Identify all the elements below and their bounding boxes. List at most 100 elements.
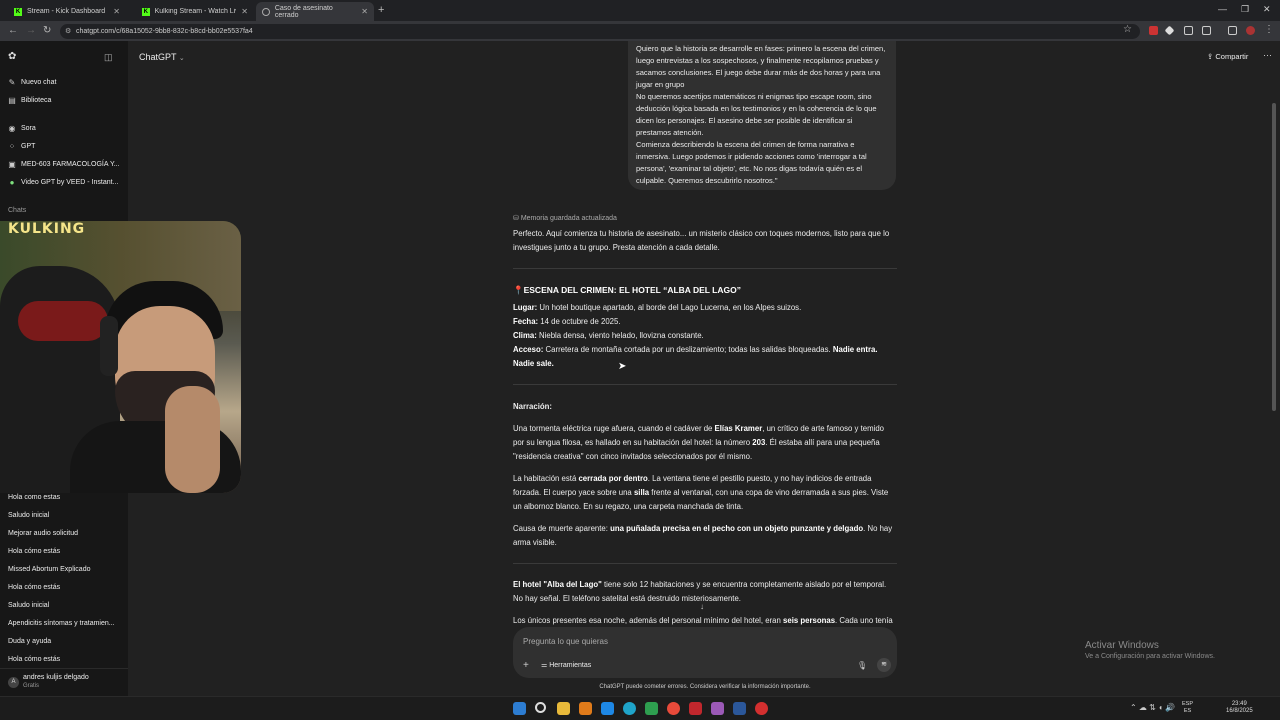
address-bar-row: ← → ↻ ⚙ chatgpt.com/c/68a15052-9bb8-832c…: [0, 21, 1280, 41]
tab-kick-dashboard[interactable]: K Stream - Kick Dashboard ✕: [8, 2, 126, 21]
downloads-icon[interactable]: [1228, 26, 1237, 35]
chat-history-item[interactable]: Hola cómo estás: [8, 548, 60, 555]
system-tray[interactable]: ⌃ ☁ ⇅ ◖ 🔊: [1130, 703, 1175, 712]
app-icon[interactable]: [579, 702, 592, 715]
minimize-icon[interactable]: —: [1218, 4, 1227, 14]
url-text: chatgpt.com/c/68a15052-9bb8-832c-b8cd-bb…: [76, 28, 253, 35]
user-plan: Gratis: [23, 683, 40, 689]
extensions-puzzle-icon[interactable]: [1202, 26, 1211, 35]
forward-icon[interactable]: →: [26, 25, 36, 36]
sidebar-item-library[interactable]: ▤ Biblioteca: [8, 96, 51, 105]
app-icon[interactable]: [711, 702, 724, 715]
sidebar-item-new-chat[interactable]: ✎ Nuevo chat: [8, 78, 57, 87]
narration-paragraph: Una tormenta eléctrica ruge afuera, cuan…: [513, 422, 897, 464]
close-icon[interactable]: ✕: [241, 7, 248, 16]
lang-code: ESP: [1182, 701, 1194, 707]
text-bold: silla: [633, 488, 650, 497]
chat-history-item[interactable]: Hola cómo estás: [8, 656, 60, 663]
fact-acceso: Acceso: Carretera de montaña cortada por…: [513, 343, 897, 371]
library-icon: ▤: [8, 96, 16, 105]
chat-history-item[interactable]: Missed Abortum Explicado: [8, 566, 90, 573]
chrome-icon[interactable]: [667, 702, 680, 715]
clock[interactable]: 23:49 16/8/2025: [1226, 701, 1253, 715]
tools-icon: ⚌: [541, 662, 548, 669]
fact-value: 14 de octubre de 2025.: [538, 317, 621, 326]
voice-mode-icon[interactable]: ≋: [877, 658, 891, 672]
new-tab-button[interactable]: +: [378, 4, 384, 16]
close-icon[interactable]: ✕: [361, 7, 368, 16]
app-icon[interactable]: [689, 702, 702, 715]
veed-icon: ●: [9, 178, 15, 187]
lang-region: ES: [1183, 708, 1192, 714]
text-span: . Cada uno tenía: [835, 616, 893, 625]
fact-lugar: Lugar: Un hotel boutique apartado, al bo…: [513, 301, 897, 315]
word-icon[interactable]: [733, 702, 746, 715]
edge-icon[interactable]: [623, 702, 636, 715]
extension-icon[interactable]: [1149, 26, 1158, 35]
clock-date: 16/8/2025: [1226, 708, 1253, 714]
chat-history-item[interactable]: Mejorar audio solicitud: [8, 530, 78, 537]
more-options-icon[interactable]: ⋯: [1263, 50, 1272, 61]
message-composer[interactable]: Pregunta lo que quieras + ⚌ Herramientas…: [513, 627, 897, 678]
language-indicator[interactable]: ESP ES: [1182, 701, 1193, 715]
url-field[interactable]: ⚙ chatgpt.com/c/68a15052-9bb8-832c-b8cd-…: [60, 24, 1140, 39]
app-icon[interactable]: [755, 702, 768, 715]
windows-activation-watermark: Activar Windows Ve a Configuración para …: [1085, 640, 1215, 660]
extension-icon[interactable]: [1164, 25, 1175, 36]
chat-history-item[interactable]: Duda y ayuda: [8, 638, 51, 645]
text-span: La habitación está: [513, 474, 579, 483]
site-info-icon[interactable]: ⚙: [65, 24, 71, 39]
restore-icon[interactable]: ❐: [1241, 4, 1249, 15]
chevron-down-icon: ⌄: [178, 55, 185, 62]
kick-icon: K: [14, 7, 22, 16]
share-button[interactable]: ⇪ Compartir: [1207, 52, 1248, 61]
windows-start-icon[interactable]: [513, 702, 526, 715]
prompt-input[interactable]: Pregunta lo que quieras: [523, 637, 608, 646]
tab-label: Caso de asesinato cerrado: [274, 4, 333, 19]
sidebar-item-med603[interactable]: ▣ MED-603 FARMACOLOGÍA Y...: [8, 160, 119, 169]
text-bold: una puñalada precisa en el pecho con un …: [610, 524, 864, 533]
chat-history-item[interactable]: Saludo inicial: [8, 602, 49, 609]
app-icon[interactable]: [645, 702, 658, 715]
close-window-icon[interactable]: ✕: [1263, 4, 1271, 15]
model-name: ChatGPT: [139, 52, 177, 62]
chat-history-item[interactable]: Hola cómo estás: [8, 584, 60, 591]
search-icon[interactable]: [535, 702, 546, 713]
profile-avatar-icon[interactable]: [1246, 26, 1255, 35]
store-icon[interactable]: [601, 702, 614, 715]
tab-kulking-stream[interactable]: K Kulking Stream - Watch Live o... ✕: [136, 2, 254, 21]
chat-history-item[interactable]: Saludo inicial: [8, 512, 49, 519]
user-account-row[interactable]: A andres kuljis delgado Gratis: [0, 668, 128, 696]
sidebar-toggle-icon[interactable]: ◫: [104, 52, 113, 63]
model-selector[interactable]: ChatGPT ⌄: [139, 52, 185, 62]
chair-logo: [18, 301, 108, 341]
tab-label: Stream - Kick Dashboard: [27, 8, 106, 15]
file-explorer-icon[interactable]: [557, 702, 570, 715]
microphone-icon[interactable]: 🎙: [857, 661, 867, 670]
chat-history-item[interactable]: Apendicitis síntomas y tratamien...: [8, 620, 115, 627]
tools-button[interactable]: ⚌ Herramientas: [541, 661, 591, 669]
close-icon[interactable]: ✕: [113, 7, 120, 16]
clock-time: 23:49: [1231, 701, 1247, 707]
sidebar-item-gpt[interactable]: ⁘ GPT: [8, 142, 36, 151]
browser-menu-icon[interactable]: ⋮: [1264, 24, 1274, 35]
disclaimer-text: ChatGPT puede cometer errores. Considera…: [599, 684, 811, 690]
scene-heading: 📍ESCENA DEL CRIMEN: EL HOTEL “ALBA DEL L…: [513, 285, 741, 296]
reload-icon[interactable]: ↻: [43, 25, 51, 36]
sidebar-panel-icon[interactable]: [1184, 26, 1193, 35]
sidebar-item-label: Video GPT by VEED - Instant...: [21, 179, 119, 186]
chatgpt-logo-icon[interactable]: ✿: [8, 51, 16, 62]
back-icon[interactable]: ←: [8, 25, 18, 36]
chat-history-item[interactable]: Hola como estas: [8, 494, 60, 501]
tab-caso-asesinato[interactable]: Caso de asesinato cerrado ✕: [256, 2, 374, 21]
sidebar-item-video-gpt[interactable]: ● Video GPT by VEED - Instant...: [8, 178, 119, 187]
add-attachment-icon[interactable]: +: [523, 660, 529, 671]
memory-updated-note[interactable]: ⛁ Memoria guardada actualizada: [513, 214, 617, 222]
activate-title: Activar Windows: [1085, 640, 1159, 651]
scrollbar[interactable]: [1272, 103, 1276, 411]
bookmark-star-icon[interactable]: ☆: [1123, 24, 1132, 35]
custom-gpt-icon: ▣: [8, 160, 16, 169]
message-paragraph: Quiero que la historia se desarrolle en …: [636, 44, 886, 89]
scroll-down-icon[interactable]: ↓: [700, 602, 704, 611]
sidebar-item-sora[interactable]: ◉ Sora: [8, 124, 36, 133]
